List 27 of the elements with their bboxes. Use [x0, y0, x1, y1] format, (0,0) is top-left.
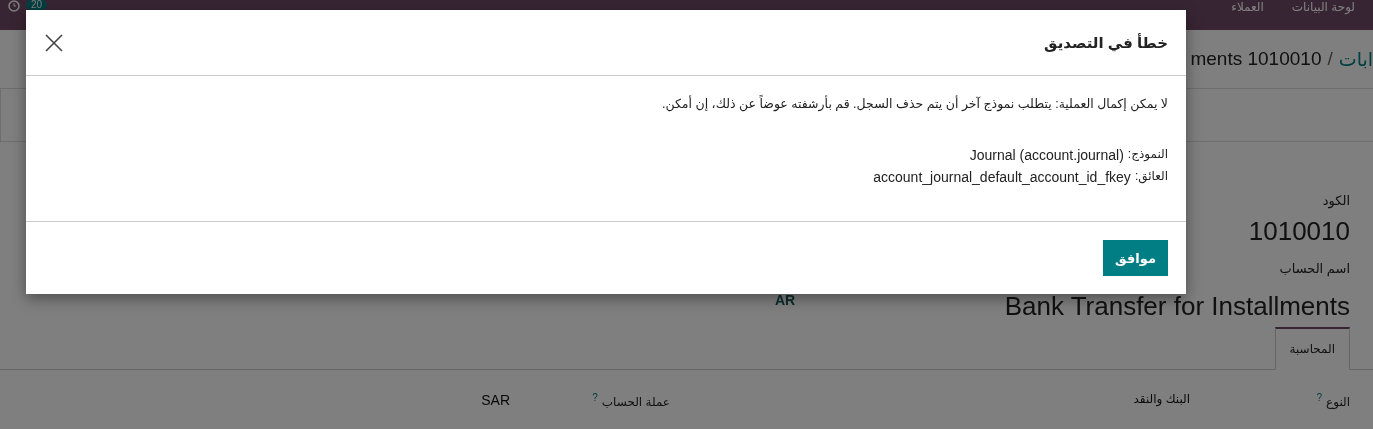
field-label: النوع $^{?}$ [1315, 392, 1350, 409]
menu-item[interactable]: لوحة البيانات [1291, 0, 1355, 14]
account-code: 1010010 [1247, 216, 1350, 247]
detail-label: النموذج: [1127, 147, 1168, 163]
menu-item[interactable]: العملاء [1231, 0, 1264, 14]
clock-icon[interactable] [8, 0, 20, 12]
field-value[interactable]: SAR [481, 392, 510, 409]
help-icon[interactable]: ? [592, 392, 598, 403]
field-label: عملة الحساب $^{?}$ [591, 392, 670, 409]
detail-value: Journal (account.journal) [969, 147, 1124, 163]
field-value[interactable]: البنك والنقد [1133, 392, 1190, 409]
dialog-title: خطأ في التصديق [1044, 33, 1168, 52]
close-icon[interactable] [44, 32, 64, 53]
detail-label: العائق: [1134, 169, 1168, 185]
ok-button[interactable]: موافق [1103, 240, 1168, 276]
detail-value: account_journal_default_account_id_fkey [873, 169, 1131, 185]
language-tag[interactable]: AR [775, 292, 796, 308]
help-icon[interactable]: ? [1316, 392, 1322, 403]
breadcrumb-link[interactable]: ابات [1338, 47, 1373, 71]
field-label: اسم الحساب [1278, 261, 1350, 276]
account-name: Bank Transfer for Installments [1004, 291, 1350, 322]
breadcrumb-current: ments 1010010 [1190, 48, 1322, 70]
breadcrumb-separator: / [1327, 48, 1333, 70]
field-label: الكود [1321, 193, 1350, 208]
error-message: لا يمكن إكمال العملية: يتطلب نموذج آخر أن يتم حذف السجل. قم بأرشفته عوضاً عن ذلك، إن أمكن. [660, 96, 1168, 111]
tab[interactable]: المحاسبة [1274, 327, 1350, 370]
count-badge: 20 [26, 0, 48, 10]
